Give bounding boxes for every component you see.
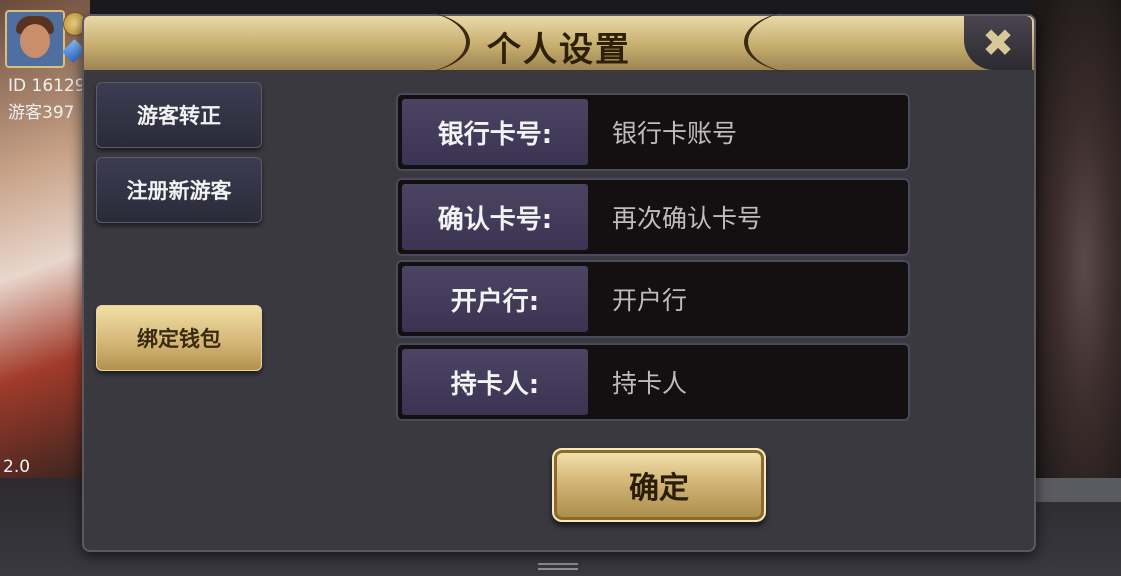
bottom-right-panel [1032,478,1121,502]
avatar-face [20,24,50,58]
settings-dialog: 个人设置 ✖ 游客转正 注册新游客 绑定钱包 银行卡号: 确认卡号: 开户行: … [82,10,1036,552]
nav-bind-wallet-button[interactable]: 绑定钱包 [96,305,262,371]
dialog-title: 个人设置 [487,30,631,70]
user-name: 游客397 [8,103,75,123]
character-art-left [0,0,90,480]
nav-register-guest-button[interactable]: 注册新游客 [96,157,262,223]
bank-card-row: 银行卡号: [396,93,910,171]
nav-label: 注册新游客 [126,179,232,203]
card-holder-input[interactable] [610,349,904,417]
confirm-button[interactable]: 确定 [552,448,766,522]
nav-label: 绑定钱包 [137,327,221,351]
bank-branch-row: 开户行: [396,260,910,338]
close-button[interactable]: ✖ [964,16,1032,70]
avatar[interactable] [5,10,65,68]
menu-handle-icon[interactable] [538,563,578,572]
confirm-card-row: 确认卡号: [396,178,910,256]
card-holder-label: 持卡人: [402,349,588,415]
close-icon: ✖ [982,21,1014,65]
character-art-right [1030,0,1121,480]
confirm-card-label: 确认卡号: [402,184,588,250]
user-id: ID 16129 [8,76,86,96]
card-holder-row: 持卡人: [396,343,910,421]
bank-branch-label: 开户行: [402,266,588,332]
bank-card-label: 银行卡号: [402,99,588,165]
nav-label: 游客转正 [137,104,221,128]
nav-guest-upgrade-button[interactable]: 游客转正 [96,82,262,148]
confirm-label: 确定 [629,471,689,506]
version-label: 2.0 [3,457,31,477]
dialog-header: 个人设置 ✖ [84,10,1034,74]
bank-branch-input[interactable] [610,266,904,334]
bank-card-input[interactable] [610,99,904,167]
confirm-card-input[interactable] [610,184,904,252]
